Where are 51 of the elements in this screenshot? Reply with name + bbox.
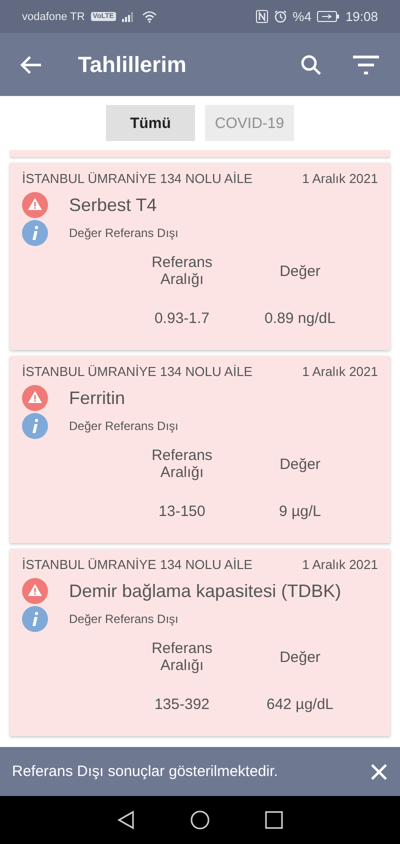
- warning-icon: [22, 192, 48, 218]
- battery-icon: [317, 11, 340, 22]
- info-icon: [22, 220, 48, 246]
- battery-percent: %4: [292, 9, 312, 24]
- result-date: 1 Aralık 2021: [302, 557, 378, 572]
- test-name: Serbest T4: [69, 194, 157, 216]
- status-text: Değer Referans Dışı: [69, 612, 178, 626]
- table-cell-text: 9 µg/L: [278, 503, 322, 520]
- test-name: Demir bağlama kapasitesi (TDBK): [69, 580, 342, 602]
- institution-name: İSTANBUL ÜMRANİYE 134 NOLU AİLE: [22, 364, 252, 379]
- clock-time: 19:08: [345, 9, 378, 24]
- search-button[interactable]: [300, 54, 322, 76]
- column-header: Referans Aralığı: [150, 447, 214, 481]
- column-header: Değer: [278, 456, 322, 472]
- close-button[interactable]: [370, 762, 388, 780]
- info-icon: [22, 413, 48, 439]
- screen-title: Tahlillerim: [78, 52, 188, 78]
- recents-nav-icon[interactable]: [265, 811, 283, 829]
- wifi-icon: [142, 10, 157, 22]
- back-button[interactable]: [20, 54, 42, 74]
- column-header: Referans Aralığı: [150, 640, 214, 674]
- status-text: Değer Referans Dışı: [69, 226, 178, 240]
- table-cell-text: 642 µg/dL: [265, 696, 335, 713]
- signal-icon: [122, 12, 136, 22]
- result-date: 1 Aralık 2021: [302, 171, 378, 186]
- snackbar-message: Referans Dışı sonuçlar gösterilmektedir.: [12, 763, 279, 780]
- result-card[interactable]: İSTANBUL ÜMRANİYE 134 NOLU AİLE 1 Aralık 2021 Ferritin Değer Referans Dışı Referans Aralığı Değer 13-150 9 µg/L: [10, 356, 390, 543]
- institution-name: İSTANBUL ÜMRANİYE 134 NOLU AİLE: [22, 171, 252, 186]
- filter-tab[interactable]: Tümü: [106, 105, 195, 141]
- result-card[interactable]: İSTANBUL ÜMRANİYE 134 NOLU AİLE 1 Aralık 2021 Serbest T4 Değer Referans Dışı Referans Aralığı Değer 0.93-1.7 0.89 ng/dL: [10, 163, 390, 350]
- table-cell-text: 0.93-1.7: [153, 310, 211, 327]
- result-card[interactable]: İSTANBUL ÜMRANİYE 134 NOLU AİLE 1 Aralık 2021 Demir bağlama kapasitesi (TDBK) Değer Referans Dışı Referans Aralığı Değer 135-392 642 µg/dL: [10, 549, 390, 736]
- alarm-icon: [274, 10, 287, 23]
- table-cell-text: 13-150: [158, 503, 206, 520]
- institution-name: İSTANBUL ÜMRANİYE 134 NOLU AİLE: [22, 557, 252, 572]
- test-name: Ferritin: [69, 388, 126, 408]
- table-cell-text: 135-392: [153, 696, 211, 713]
- column-header: Değer: [278, 262, 322, 280]
- home-nav-icon[interactable]: [190, 810, 210, 830]
- info-icon: [22, 606, 48, 632]
- warning-icon: [22, 385, 48, 411]
- filter-button[interactable]: [352, 54, 380, 74]
- warning-icon: [22, 578, 48, 604]
- column-header: Referans Aralığı: [150, 254, 214, 288]
- column-header: Değer: [278, 648, 322, 666]
- nfc-icon: [256, 10, 268, 23]
- result-date: 1 Aralık 2021: [302, 364, 378, 379]
- carrier-name: vodafone TR: [22, 10, 85, 22]
- table-cell-text: 0.89 ng/dL: [264, 310, 336, 327]
- back-nav-icon[interactable]: [117, 810, 135, 830]
- status-text: Değer Referans Dışı: [69, 419, 178, 433]
